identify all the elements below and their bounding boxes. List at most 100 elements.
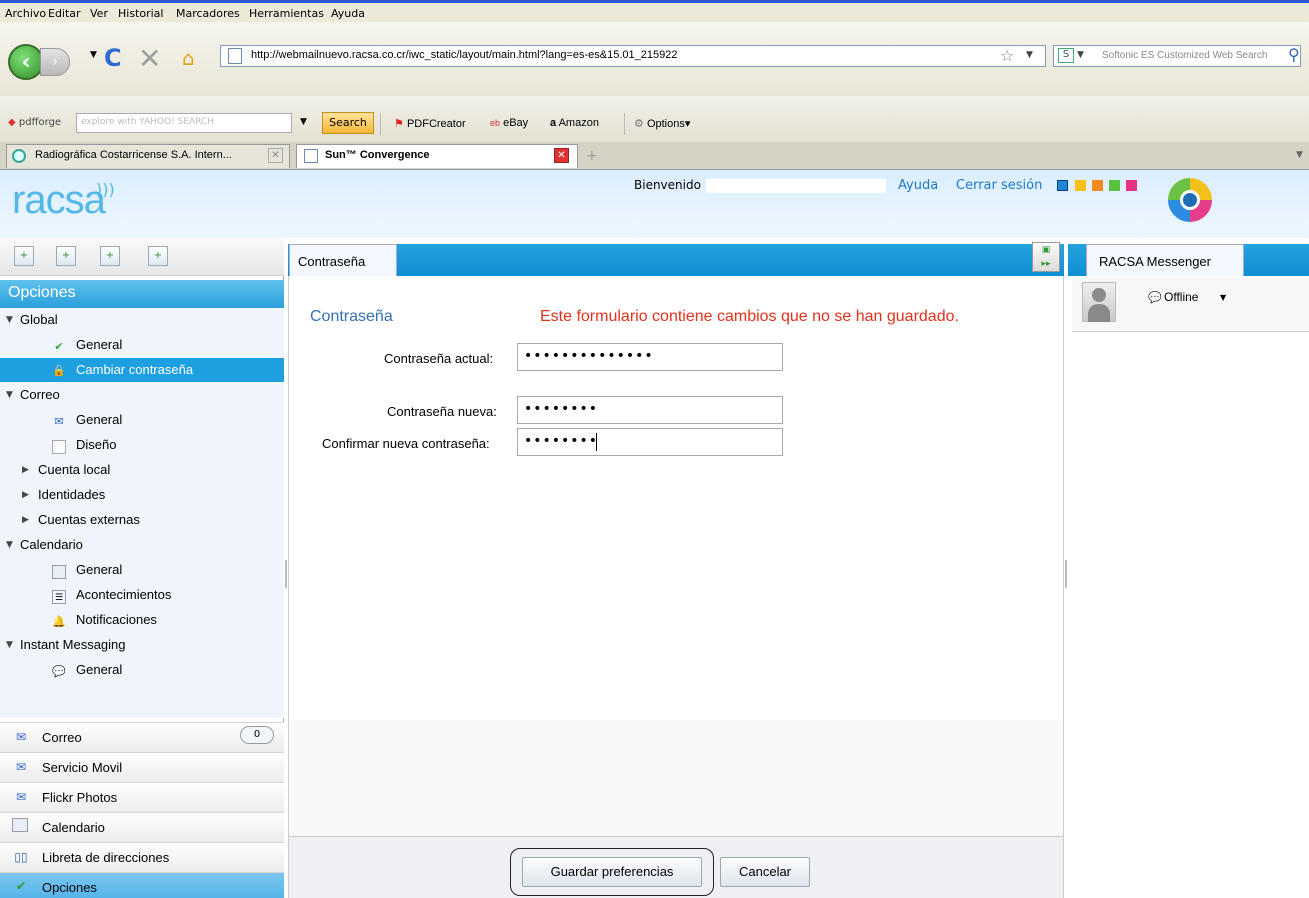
- tree-diseno[interactable]: Diseño: [76, 437, 116, 452]
- nav-label: Libreta de direcciones: [42, 850, 170, 865]
- tree-change-password[interactable]: Cambiar contraseña: [76, 362, 193, 377]
- left-splitter-handle[interactable]: [285, 560, 287, 588]
- help-link[interactable]: Ayuda: [898, 178, 938, 193]
- tree-correo-general[interactable]: General: [76, 412, 122, 427]
- nav-calendario[interactable]: Calendario: [0, 812, 284, 842]
- menu-ver[interactable]: Ver: [90, 7, 108, 20]
- mail-count-badge: 0: [240, 726, 274, 744]
- history-dropdown-icon[interactable]: ▼: [90, 50, 97, 60]
- logout-link[interactable]: Cerrar sesión: [956, 178, 1042, 193]
- theme-swatch-green[interactable]: [1109, 180, 1120, 191]
- tree-correo[interactable]: Correo: [20, 387, 60, 402]
- nav-label: Calendario: [42, 820, 105, 835]
- expand-panel-icon[interactable]: ▣ ▸▸: [1032, 242, 1060, 272]
- theme-swatch-yellow[interactable]: [1075, 180, 1086, 191]
- reload-icon[interactable]: C: [104, 44, 122, 72]
- expanded-arrow-icon[interactable]: ▼: [6, 315, 13, 325]
- welcome-label: Bienvenido: [634, 178, 701, 192]
- checkmark-icon: ✔: [15, 879, 27, 893]
- bookmark-star-icon[interactable]: ☆: [1000, 46, 1014, 65]
- amazon-label: Amazon: [558, 117, 599, 129]
- tree-identidades[interactable]: Identidades: [38, 487, 105, 502]
- address-book-icon: ▯▯: [14, 850, 28, 864]
- home-icon[interactable]: ⌂: [182, 46, 195, 70]
- nav-libreta-direcciones[interactable]: Libreta de direcciones: [0, 842, 284, 872]
- tabs-overflow-icon[interactable]: ▼: [1296, 150, 1303, 160]
- collapsed-arrow-icon[interactable]: ▶: [22, 490, 29, 500]
- menu-ayuda[interactable]: Ayuda: [331, 7, 365, 20]
- layout-icon: [52, 440, 66, 454]
- forward-button[interactable]: ›: [40, 48, 70, 76]
- options-button[interactable]: ⚙ Options▾: [634, 117, 690, 130]
- tab-racsa-messenger[interactable]: RACSA Messenger: [1086, 244, 1244, 276]
- pdf-icon: ⚑: [394, 118, 404, 130]
- nav-flickr-photos[interactable]: Flickr Photos: [0, 782, 284, 812]
- yahoo-search-button[interactable]: Search: [322, 112, 374, 134]
- nav-label: Servicio Movil: [42, 760, 123, 775]
- yahoo-search-input[interactable]: explore with YAHOO! SEARCH: [76, 113, 292, 133]
- search-input[interactable]: Softonic ES Customized Web Search: [1053, 45, 1301, 67]
- url-input[interactable]: http://webmailnuevo.racsa.co.cr/iwc_stat…: [220, 45, 1046, 67]
- new-message-icon[interactable]: +: [14, 246, 34, 266]
- tree-instant-messaging[interactable]: Instant Messaging: [20, 637, 126, 652]
- menu-marcadores[interactable]: Marcadores: [176, 7, 240, 20]
- new-task-icon[interactable]: +: [100, 246, 120, 266]
- save-preferences-button[interactable]: Guardar preferencias: [522, 857, 702, 887]
- cancel-button[interactable]: Cancelar: [720, 857, 810, 887]
- tab-contrasena[interactable]: Contraseña: [289, 244, 397, 276]
- menu-archivo[interactable]: Archivo: [5, 7, 46, 20]
- menu-historial[interactable]: Historial: [118, 7, 163, 20]
- amazon-button[interactable]: a Amazon: [550, 117, 599, 129]
- form-footer-area: [289, 720, 1063, 836]
- tree-acontecimientos[interactable]: Acontecimientos: [76, 587, 171, 602]
- menu-herramientas[interactable]: Herramientas: [249, 7, 324, 20]
- toolbar-divider: [624, 113, 625, 135]
- tree-im-general[interactable]: General: [76, 662, 122, 677]
- right-splitter-handle[interactable]: [1065, 560, 1067, 588]
- browser-tab-racsa[interactable]: Radiográfica Costarricense S.A. Intern..…: [6, 144, 290, 168]
- expanded-arrow-icon[interactable]: ▼: [6, 640, 13, 650]
- theme-swatch-orange[interactable]: [1092, 180, 1103, 191]
- nav-opciones[interactable]: Opciones: [0, 872, 284, 898]
- menu-editar[interactable]: Editar: [48, 7, 81, 20]
- new-event-icon[interactable]: +: [56, 246, 76, 266]
- pdfforge-logo[interactable]: ◆ pdfforge: [8, 117, 61, 128]
- current-password-field[interactable]: ••••••••••••••: [517, 343, 783, 371]
- options-panel-header: Opciones: [0, 280, 284, 308]
- search-engine-dropdown-icon[interactable]: ▼: [1077, 50, 1084, 60]
- confirm-password-field[interactable]: ••••••••: [517, 428, 783, 456]
- back-button[interactable]: ‹: [8, 44, 44, 80]
- theme-swatch-pink[interactable]: [1126, 180, 1137, 191]
- stop-icon[interactable]: ✕: [138, 42, 161, 75]
- theme-swatch-blue[interactable]: [1057, 180, 1068, 191]
- tab-close-icon[interactable]: ✕: [554, 148, 569, 163]
- nav-servicio-movil[interactable]: Servicio Movil: [0, 752, 284, 782]
- collapsed-arrow-icon[interactable]: ▶: [22, 515, 29, 525]
- magnifier-icon[interactable]: ⚲: [1288, 45, 1300, 64]
- new-tab-icon[interactable]: +: [586, 148, 598, 164]
- tree-cuenta-local[interactable]: Cuenta local: [38, 462, 110, 477]
- url-dropdown-icon[interactable]: ▼: [1026, 50, 1033, 60]
- new-contact-icon[interactable]: +: [148, 246, 168, 266]
- list-icon: ☰: [52, 590, 66, 604]
- tree-cuentas-externas[interactable]: Cuentas externas: [38, 512, 140, 527]
- tree-calendario[interactable]: Calendario: [20, 537, 83, 552]
- form-title: Contraseña: [310, 308, 393, 325]
- pdfcreator-button[interactable]: ⚑ PDFCreator: [394, 117, 466, 130]
- expanded-arrow-icon[interactable]: ▼: [6, 540, 13, 550]
- ebay-button[interactable]: eb eBay: [490, 117, 528, 129]
- presence-status[interactable]: Offline: [1164, 290, 1198, 304]
- tab-close-icon[interactable]: ✕: [268, 148, 283, 163]
- tree-global[interactable]: Global: [20, 312, 58, 327]
- tree-calendario-general[interactable]: General: [76, 562, 122, 577]
- new-password-field[interactable]: ••••••••: [517, 396, 783, 424]
- racsa-logo: racsa: [12, 178, 106, 222]
- tree-global-general[interactable]: General: [76, 337, 122, 352]
- yahoo-dropdown-icon[interactable]: ▼: [300, 117, 307, 127]
- status-dropdown-icon[interactable]: ▼: [1220, 293, 1226, 302]
- collapsed-arrow-icon[interactable]: ▶: [22, 465, 29, 475]
- expanded-arrow-icon[interactable]: ▼: [6, 390, 13, 400]
- search-engine-icon[interactable]: S: [1058, 48, 1074, 63]
- tree-notificaciones[interactable]: Notificaciones: [76, 612, 157, 627]
- browser-tab-sun-convergence[interactable]: Sun™ Convergence: [296, 144, 578, 168]
